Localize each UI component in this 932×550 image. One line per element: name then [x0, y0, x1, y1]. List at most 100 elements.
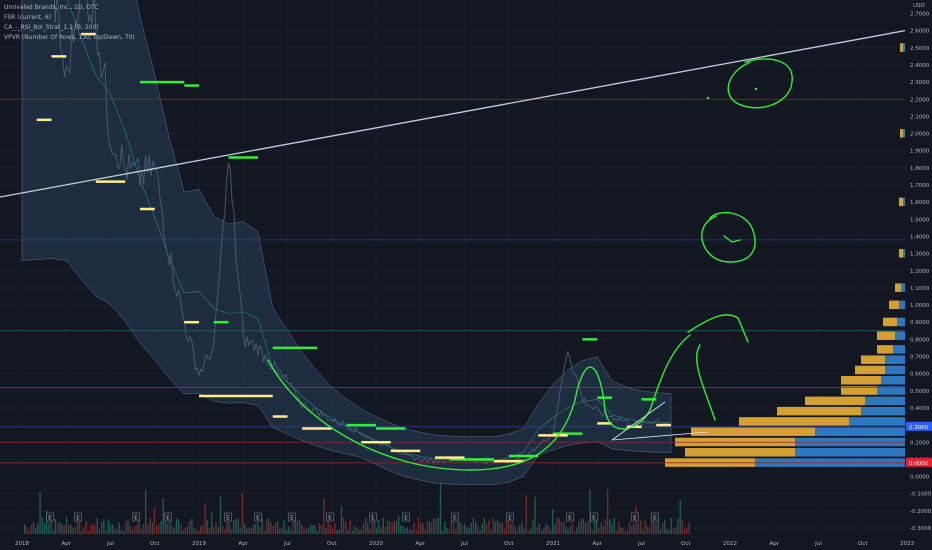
- volume-bar: [384, 526, 387, 534]
- volume-bar: [558, 518, 560, 534]
- price-tick-label: 0.6000: [910, 372, 930, 378]
- volume-bar: [131, 529, 134, 534]
- volume-bar: [422, 523, 424, 534]
- volume-bar: [107, 519, 109, 534]
- indicator-vpvr[interactable]: VPVR (Number Of Rows, 130, Up/Down, 70): [4, 33, 135, 43]
- volume-bar: [109, 524, 112, 534]
- indicator-fsr[interactable]: FSR (current, 6): [4, 13, 135, 23]
- volume-bar: [587, 521, 589, 534]
- volume-bar: [393, 520, 395, 534]
- volume-bar: [424, 530, 426, 534]
- price-tick-label: 2.0000: [910, 132, 930, 138]
- price-tick-label: 1.9000: [910, 149, 930, 155]
- volume-bar: [670, 517, 673, 534]
- volume-bar: [103, 519, 105, 534]
- volume-bar: [578, 521, 580, 534]
- volume-bar: [516, 529, 519, 534]
- volume-bar: [321, 524, 323, 534]
- price-axis[interactable]: USD 2.7000 2.6000 2.5000 2.4000 2.3000 2.2000 2…: [905, 0, 932, 550]
- volume-bar: [688, 522, 690, 534]
- vp-bar-up: [877, 345, 893, 354]
- volume-bar: [65, 517, 68, 534]
- indicator-rsi-bol[interactable]: CA_-_RSI_Bol_Strat_1.1 (9, 200): [4, 23, 135, 33]
- volume-bar: [659, 529, 662, 534]
- volume-bar: [457, 521, 459, 534]
- volume-bar: [61, 524, 63, 534]
- volume-bar: [631, 525, 633, 534]
- volume-bar: [318, 523, 321, 534]
- volume-bar: [675, 527, 677, 534]
- time-tick-label: Jul: [106, 541, 114, 547]
- price-tick-label: 2.5000: [910, 46, 930, 52]
- vp-bar-down: [849, 417, 905, 426]
- volume-bar: [41, 517, 43, 534]
- price-tick-label: 2.2000: [910, 97, 930, 103]
- vp-bar-down: [861, 406, 905, 416]
- volume-bar: [140, 529, 142, 534]
- price-tick-label: -0.1000: [910, 492, 932, 498]
- volume-bar: [74, 527, 76, 534]
- vp-bar-up: [900, 129, 903, 138]
- volume-bar: [585, 522, 587, 534]
- volume-bar: [98, 528, 101, 534]
- volume-bar: [389, 521, 391, 534]
- volume-bar: [105, 529, 107, 534]
- volume-bar: [552, 509, 554, 534]
- symbol-title[interactable]: Unrivaled Brands, Inc., 1D, OTC: [4, 3, 135, 13]
- volume-bar: [479, 530, 481, 534]
- earnings-marker-label: E: [328, 515, 332, 522]
- earnings-marker-label: E: [508, 515, 512, 522]
- volume-bar: [406, 527, 409, 534]
- volume-bar: [501, 523, 503, 534]
- volume-bar: [87, 530, 90, 534]
- volume-bar: [569, 526, 571, 534]
- volume-bar: [668, 530, 670, 534]
- volume-bar: [241, 493, 244, 534]
- volume-bar: [404, 528, 406, 534]
- price-chart[interactable]: USD 2.7000 2.6000 2.5000 2.4000 2.3000 2.2000 2…: [0, 0, 932, 550]
- last-price-badge-text: 0.3000: [909, 425, 929, 431]
- volume-bar: [380, 527, 382, 534]
- volume-bar: [125, 520, 127, 534]
- volume-bar: [120, 529, 123, 534]
- volume-bar: [307, 528, 310, 534]
- vp-bar-up: [899, 197, 903, 207]
- volume-bar: [626, 530, 629, 534]
- volume-bar: [136, 524, 138, 534]
- volume-bar: [497, 520, 499, 534]
- volume-bar: [547, 525, 549, 534]
- volume-bar: [116, 529, 118, 534]
- volume-bar: [202, 524, 204, 534]
- volume-bar: [164, 521, 167, 534]
- volume-bar: [114, 527, 116, 534]
- volume-bar: [420, 522, 422, 534]
- vp-bar-down: [903, 43, 905, 52]
- volume-bar: [224, 529, 226, 534]
- vp-bar-up: [855, 365, 885, 375]
- volume-bar: [347, 529, 349, 534]
- volume-bar: [193, 527, 195, 534]
- volume-bar: [450, 519, 453, 534]
- volume-bar: [101, 521, 103, 534]
- vp-bar-up: [805, 396, 865, 406]
- volume-bar: [178, 519, 180, 534]
- volume-bar: [611, 523, 613, 534]
- volume-bar: [461, 524, 464, 534]
- volume-bar: [415, 529, 417, 534]
- earnings-marker-label: E: [453, 515, 457, 522]
- volume-bar: [160, 520, 162, 534]
- volume-bar: [437, 517, 439, 534]
- price-axis-unit: USD: [913, 3, 925, 9]
- earnings-marker-label: E: [568, 515, 572, 522]
- volume-bar: [609, 519, 611, 534]
- volume-bar: [525, 495, 527, 534]
- volume-bar: [563, 521, 565, 534]
- volume-bar: [543, 527, 545, 534]
- volume-bar: [481, 522, 483, 534]
- price-tick-label: 0.8000: [910, 337, 930, 343]
- volume-bar: [92, 524, 94, 534]
- volume-bar: [534, 496, 536, 534]
- time-tick-label: Oct: [858, 541, 868, 547]
- price-tick-label: 2.1000: [910, 114, 930, 120]
- volume-bar: [59, 521, 61, 534]
